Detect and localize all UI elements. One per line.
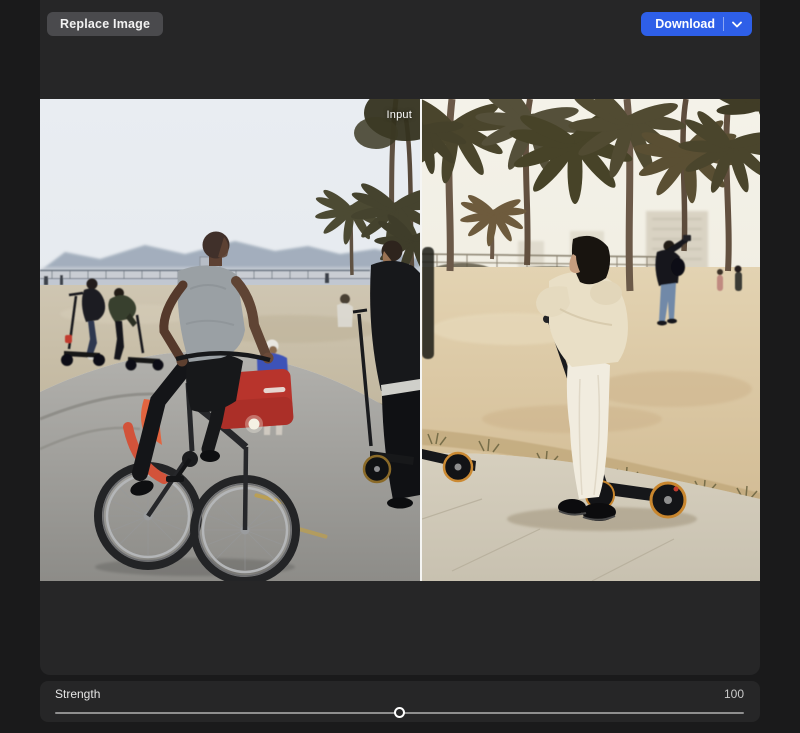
image-comparison-viewer: Input [40, 99, 760, 581]
strength-panel: Strength 100 [40, 681, 760, 722]
download-split-divider [723, 17, 724, 31]
chevron-down-icon[interactable] [732, 21, 742, 28]
strength-value: 100 [724, 687, 744, 701]
input-image: Input [40, 99, 420, 581]
output-photo-illustration [422, 99, 760, 581]
input-label: Input [40, 109, 412, 121]
strength-label: Strength [55, 687, 100, 701]
replace-image-button[interactable]: Replace Image [47, 12, 163, 36]
app-window: { "toolbar": { "replace_image": "Replace… [0, 0, 800, 733]
output-image [422, 99, 760, 581]
input-photo-illustration [40, 99, 420, 581]
strength-slider-thumb[interactable] [394, 707, 405, 718]
download-button[interactable]: Download [641, 12, 752, 36]
strength-slider[interactable] [55, 707, 744, 719]
download-button-label: Download [655, 17, 715, 31]
main-panel: Replace Image Download [40, 0, 760, 675]
comparison-divider-handle[interactable] [420, 99, 422, 581]
